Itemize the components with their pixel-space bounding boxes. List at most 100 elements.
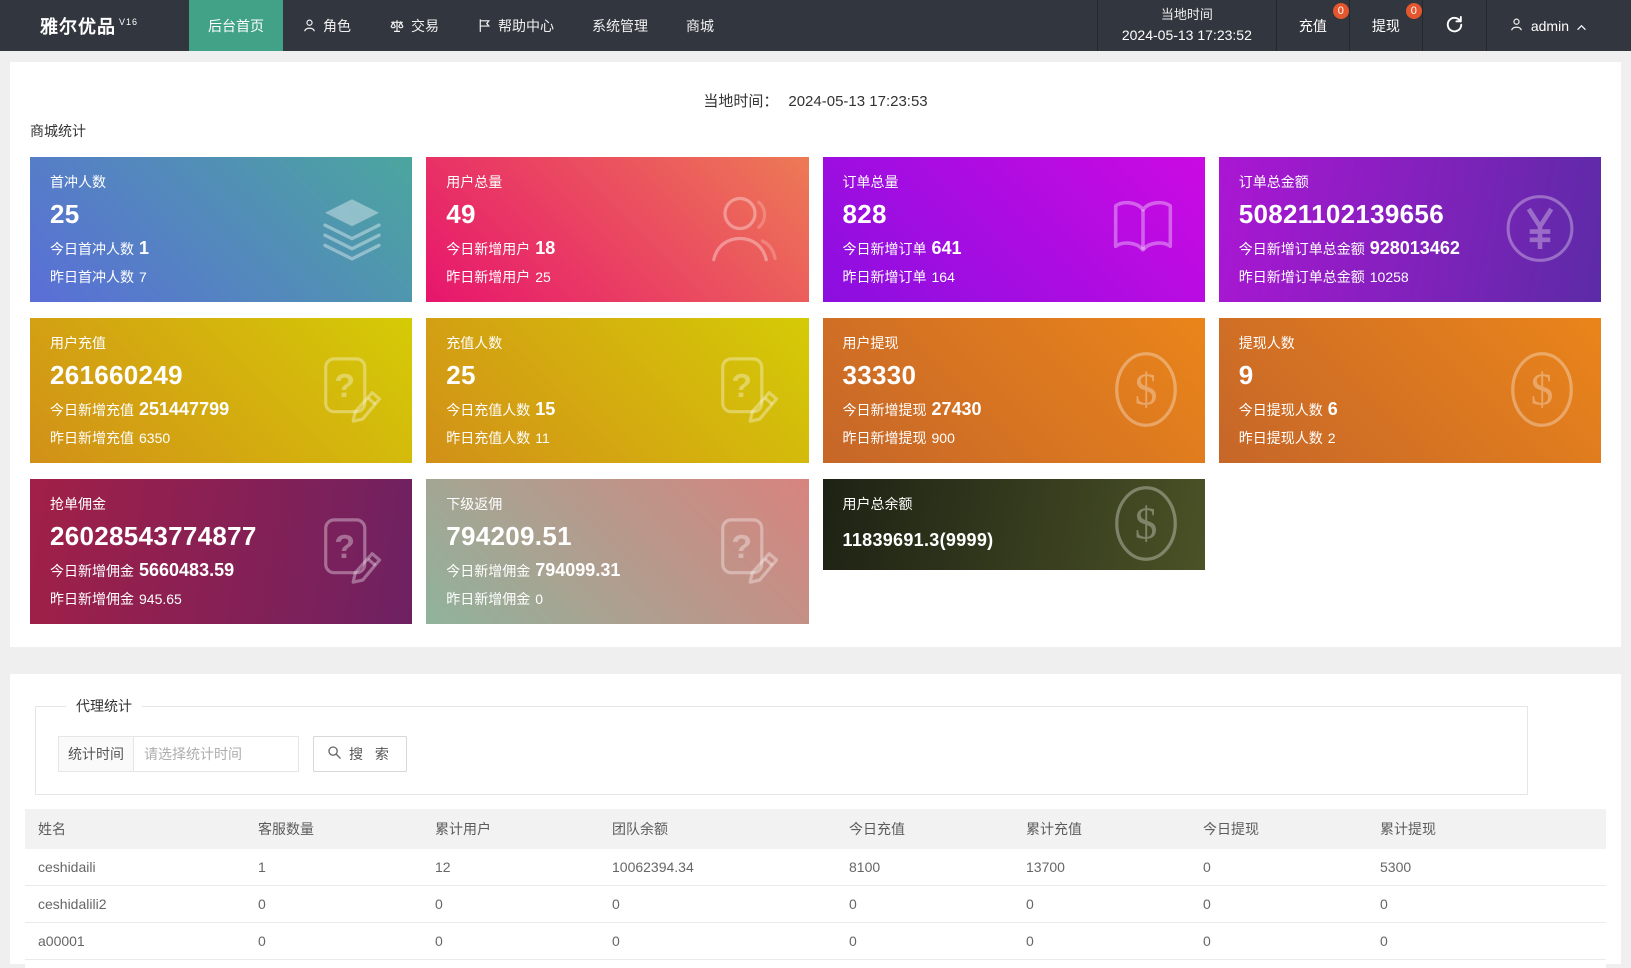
table-cell: 8100 xyxy=(836,849,1013,886)
user-icon xyxy=(705,188,785,268)
stat-card-title: 下级返佣 xyxy=(446,494,788,514)
table-cell: ceshidaili xyxy=(25,849,245,886)
refresh-button[interactable] xyxy=(1422,0,1486,51)
svg-text:$: $ xyxy=(1134,497,1157,548)
dollar-circle-icon: $ xyxy=(1111,350,1181,428)
recharge-label: 充值 xyxy=(1299,18,1327,34)
username: admin xyxy=(1531,18,1569,34)
table-cell: 16570 xyxy=(1013,960,1190,968)
stat-card-title: 用户充值 xyxy=(50,333,392,353)
agent-table-body: ceshidaili11210062394.3481001370005300ce… xyxy=(25,849,1606,968)
stat-card-yesterday-line: 昨日新增订单164 xyxy=(843,267,1185,287)
agent-table-header-row: 姓名客服数量累计用户团队余额今日充值累计充值今日提现累计提现 xyxy=(25,809,1606,849)
nav-item-role[interactable]: 角色 xyxy=(283,0,370,51)
table-header-cell: 团队余额 xyxy=(599,809,836,849)
user-menu[interactable]: admin xyxy=(1486,0,1631,51)
table-cell: 0 xyxy=(1367,886,1606,923)
table-cell: ceshidalili2 xyxy=(25,886,245,923)
table-header-cell: 累计用户 xyxy=(422,809,599,849)
doc-question-icon: ? xyxy=(709,512,785,588)
stat-card-yesterday-line: 昨日新增订单总金额10258 xyxy=(1239,267,1581,287)
header-right: 当地时间 2024-05-13 17:23:52 充值0 提现0 admin xyxy=(1097,0,1631,51)
svg-text:?: ? xyxy=(335,366,356,404)
table-cell: 9 xyxy=(422,960,599,968)
table-header-cell: 今日充值 xyxy=(836,809,1013,849)
agent-fieldset: 代理统计 统计时间 搜 索 xyxy=(35,696,1528,795)
withdraw-button[interactable]: 提现0 xyxy=(1349,0,1422,51)
agent-table: 姓名客服数量累计用户团队余额今日充值累计充值今日提现累计提现 ceshidail… xyxy=(25,809,1606,968)
search-button[interactable]: 搜 索 xyxy=(313,736,407,772)
table-cell: 10062394.34 xyxy=(599,849,836,886)
nav-item-home[interactable]: 后台首页 xyxy=(189,0,283,51)
stat-time-input[interactable] xyxy=(134,736,299,772)
table-cell: 0 xyxy=(836,886,1013,923)
page-local-time: 当地时间： 2024-05-13 17:23:53 xyxy=(30,90,1601,111)
nav-item-mall[interactable]: 商城 xyxy=(667,0,733,51)
svg-text:$: $ xyxy=(1134,363,1157,414)
table-header-cell: 姓名 xyxy=(25,809,245,849)
stat-card-title: 首冲人数 xyxy=(50,172,392,192)
nav-item-system[interactable]: 系统管理 xyxy=(573,0,667,51)
stat-card: 用户总量 49 今日新增用户18 昨日新增用户25 xyxy=(426,157,808,302)
stat-card: 用户提现 33330 今日新增提现27430 昨日新增提现900 $ xyxy=(823,318,1205,463)
flag-icon xyxy=(477,18,492,33)
table-cell: 0 xyxy=(245,960,422,968)
table-cell: 0 xyxy=(599,886,836,923)
stat-card: 下级返佣 794209.51 今日新增佣金794099.31 昨日新增佣金0 ? xyxy=(426,479,808,624)
table-cell: 0 xyxy=(422,923,599,960)
table-header-cell: 今日提现 xyxy=(1190,809,1367,849)
table-cell: 0 xyxy=(245,886,422,923)
table-cell: 12 xyxy=(422,849,599,886)
table-cell: 15920 xyxy=(836,960,1013,968)
page-local-time-value: 2024-05-13 17:23:53 xyxy=(788,93,927,110)
dollar-circle-icon: $ xyxy=(1111,484,1181,562)
app-logo-text: 雅尔优品 xyxy=(40,13,116,39)
stat-card-yesterday-line: 昨日新增提现900 xyxy=(843,428,1185,448)
stat-card-yesterday-line: 昨日提现人数2 xyxy=(1239,428,1581,448)
user-small-icon xyxy=(1509,17,1524,32)
dollar-circle-icon: $ xyxy=(1507,350,1577,428)
stat-card: 订单总量 828 今日新增订单641 昨日新增订单164 xyxy=(823,157,1205,302)
app-logo: 雅尔优品V16 xyxy=(0,0,189,51)
table-cell: 0 xyxy=(1190,849,1367,886)
table-cell: 600 xyxy=(1367,960,1606,968)
nav-item-trade[interactable]: 交易 xyxy=(370,0,458,51)
table-cell: 0 xyxy=(245,923,422,960)
stat-card: 抢单佣金 26028543774877 今日新增佣金5660483.59 昨日新… xyxy=(30,479,412,624)
agent-table-head: 姓名客服数量累计用户团队余额今日充值累计充值今日提现累计提现 xyxy=(25,809,1606,849)
filter-row: 统计时间 搜 索 xyxy=(58,736,1507,772)
table-cell: 0 xyxy=(422,886,599,923)
scales-icon xyxy=(389,18,405,34)
svg-text:?: ? xyxy=(731,366,752,404)
recharge-button[interactable]: 充值0 xyxy=(1276,0,1349,51)
local-time-value: 2024-05-13 17:23:52 xyxy=(1122,25,1252,46)
table-cell: 0 xyxy=(1013,886,1190,923)
table-cell: 0 xyxy=(1013,923,1190,960)
table-cell: 0 xyxy=(1190,923,1367,960)
stat-card: 首冲人数 25 今日首冲人数1 昨日首冲人数7 xyxy=(30,157,412,302)
stat-card-yesterday-line: 昨日新增佣金0 xyxy=(446,589,788,609)
nav-item-label: 商城 xyxy=(686,16,714,36)
doc-question-icon: ? xyxy=(312,512,388,588)
stat-card-title: 订单总量 xyxy=(843,172,1185,192)
withdraw-label: 提现 xyxy=(1372,18,1400,34)
nav-item-label: 交易 xyxy=(411,16,439,36)
refresh-icon xyxy=(1445,15,1464,34)
table-cell: 0 xyxy=(1367,923,1606,960)
nav-item-label: 后台首页 xyxy=(208,16,264,36)
table-cell: 0 xyxy=(1190,960,1367,968)
page-local-time-label: 当地时间： xyxy=(703,93,778,110)
nav-item-help[interactable]: 帮助中心 xyxy=(458,0,573,51)
table-cell: 0 xyxy=(599,923,836,960)
table-cell: mengde xyxy=(25,960,245,968)
app-logo-version: V16 xyxy=(119,17,138,27)
stat-card: 提现人数 9 今日提现人数6 昨日提现人数2 $ xyxy=(1219,318,1601,463)
stat-card: 用户充值 261660249 今日新增充值251447799 昨日新增充值635… xyxy=(30,318,412,463)
stat-card: 充值人数 25 今日充值人数15 昨日充值人数11 ? xyxy=(426,318,808,463)
stat-card-yesterday-line: 昨日新增充值6350 xyxy=(50,428,392,448)
table-cell: 5300 xyxy=(1367,849,1606,886)
search-button-label: 搜 索 xyxy=(349,744,393,764)
nav-item-label: 角色 xyxy=(323,16,351,36)
user-small-icon xyxy=(302,18,317,33)
header-local-time: 当地时间 2024-05-13 17:23:52 xyxy=(1097,0,1276,51)
